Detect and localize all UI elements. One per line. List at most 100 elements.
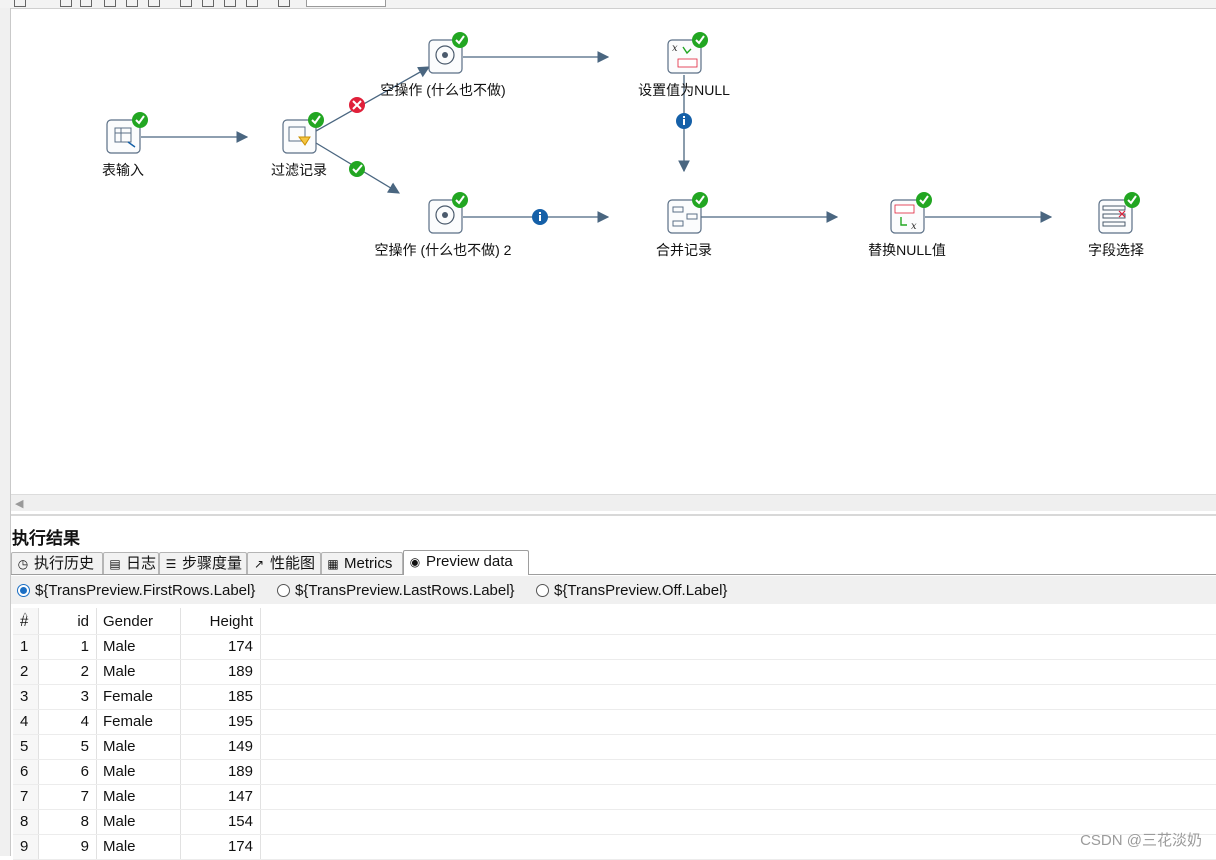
true-check-icon	[349, 161, 365, 177]
cell-height[interactable]: 189	[181, 660, 261, 684]
radio-label: ${TransPreview.Off.Label}	[554, 582, 728, 599]
column-header-row-number[interactable]: ^ #	[13, 608, 39, 634]
tab-label: 日志	[126, 555, 157, 572]
canvas-horizontal-scrollbar[interactable]: ◀	[11, 494, 1216, 511]
debug-icon[interactable]	[126, 0, 138, 7]
step-label-select-values[interactable]: 字段选择	[1088, 242, 1144, 258]
cell-gender[interactable]: Male	[97, 785, 181, 809]
step-label-dummy-2[interactable]: 空操作 (什么也不做) 2	[375, 242, 512, 258]
cell-row-number[interactable]: 2	[13, 660, 39, 684]
success-check-icon	[1124, 192, 1140, 208]
step-label-replace-null[interactable]: 替换NULL值	[868, 242, 946, 258]
cell-id[interactable]: 4	[39, 710, 97, 734]
step-label-filter-rows[interactable]: 过滤记录	[271, 162, 327, 178]
cell-id[interactable]: 1	[39, 635, 97, 659]
tab-step-metrics[interactable]: ☰ 步骤度量	[159, 552, 247, 574]
cell-row-number[interactable]: 1	[13, 635, 39, 659]
show-results-icon[interactable]	[278, 0, 290, 7]
tab-log[interactable]: ▤ 日志	[103, 552, 159, 574]
pause-icon[interactable]	[60, 0, 72, 7]
sql-icon[interactable]	[224, 0, 236, 7]
cell-height[interactable]: 147	[181, 785, 261, 809]
column-header-gender[interactable]: Gender	[97, 608, 181, 634]
tab-label: 执行历史	[34, 555, 95, 572]
radio-first-rows[interactable]: ${TransPreview.FirstRows.Label}	[17, 582, 255, 599]
cell-id[interactable]: 6	[39, 760, 97, 784]
step-label-table-input[interactable]: 表输入	[102, 162, 144, 178]
cell-id[interactable]: 2	[39, 660, 97, 684]
table-row[interactable]: 7 7 Male 147	[13, 785, 1216, 810]
tab-label: Metrics	[344, 555, 393, 572]
cell-height[interactable]: 154	[181, 810, 261, 834]
cell-id[interactable]: 8	[39, 810, 97, 834]
left-splitter[interactable]	[0, 8, 11, 856]
cell-row-number[interactable]: 7	[13, 785, 39, 809]
cell-row-number[interactable]: 9	[13, 835, 39, 859]
info-icon	[532, 209, 548, 225]
cell-row-number[interactable]: 8	[13, 810, 39, 834]
verify-icon[interactable]	[180, 0, 192, 7]
cell-gender[interactable]: Male	[97, 660, 181, 684]
cell-row-number[interactable]: 4	[13, 710, 39, 734]
table-row[interactable]: 5 5 Male 149	[13, 735, 1216, 760]
cell-id[interactable]: 7	[39, 785, 97, 809]
cell-height[interactable]: 189	[181, 760, 261, 784]
cell-gender[interactable]: Male	[97, 760, 181, 784]
radio-unselected-icon	[536, 584, 549, 597]
tab-metrics[interactable]: ▦ Metrics	[321, 552, 403, 574]
cell-height[interactable]: 174	[181, 835, 261, 859]
hop-filter-dummy1[interactable]	[315, 66, 431, 132]
panel-splitter[interactable]	[11, 514, 1216, 516]
success-check-icon	[132, 112, 148, 128]
cell-gender[interactable]: Male	[97, 810, 181, 834]
table-row[interactable]: 4 4 Female 195	[13, 710, 1216, 735]
radio-off[interactable]: ${TransPreview.Off.Label}	[536, 582, 727, 599]
explore-db-icon[interactable]	[246, 0, 258, 7]
step-label-merge-rows[interactable]: 合并记录	[656, 242, 712, 258]
cell-height[interactable]: 185	[181, 685, 261, 709]
run-icon[interactable]	[14, 0, 26, 7]
cell-height[interactable]: 149	[181, 735, 261, 759]
tab-performance-chart[interactable]: ↗ 性能图	[247, 552, 321, 574]
impact-icon[interactable]	[202, 0, 214, 7]
cell-gender[interactable]: Male	[97, 735, 181, 759]
results-panel-title: 执行结果	[12, 529, 80, 548]
column-header-id[interactable]: id	[39, 608, 97, 634]
cell-id[interactable]: 3	[39, 685, 97, 709]
cell-gender[interactable]: Male	[97, 835, 181, 859]
table-row[interactable]: 1 1 Male 174	[13, 635, 1216, 660]
cell-height[interactable]: 174	[181, 635, 261, 659]
table-row[interactable]: 2 2 Male 189	[13, 660, 1216, 685]
cell-height[interactable]: 195	[181, 710, 261, 734]
radio-last-rows[interactable]: ${TransPreview.LastRows.Label}	[277, 582, 515, 599]
transformation-canvas[interactable]: x x 表输入 过滤记录 空操作 (什么也不做) 空操作 (什么也不做) 2 设…	[11, 9, 1216, 493]
step-label-set-null[interactable]: 设置值为NULL	[638, 82, 730, 98]
cell-id[interactable]: 5	[39, 735, 97, 759]
tab-preview-data[interactable]: ◉ Preview data	[403, 550, 529, 575]
preview-icon[interactable]	[104, 0, 116, 7]
cell-row-number[interactable]: 5	[13, 735, 39, 759]
cell-row-number[interactable]: 6	[13, 760, 39, 784]
preview-data-table: ^ # id Gender Height 1 1 Male 174 2 2 Male 189 3 3…	[13, 608, 1216, 860]
table-row[interactable]: 3 3 Female 185	[13, 685, 1216, 710]
status-badges	[132, 32, 1140, 208]
cell-gender[interactable]: Male	[97, 635, 181, 659]
success-check-icon	[692, 192, 708, 208]
zoom-level-select[interactable]	[306, 0, 386, 7]
cell-gender[interactable]: Female	[97, 710, 181, 734]
cell-gender[interactable]: Female	[97, 685, 181, 709]
scroll-left-icon[interactable]: ◀	[15, 497, 23, 510]
performance-chart-icon: ↗	[253, 557, 265, 571]
step-label-dummy-1[interactable]: 空操作 (什么也不做)	[380, 82, 505, 98]
cell-row-number[interactable]: 3	[13, 685, 39, 709]
tab-execution-history[interactable]: ◷ 执行历史	[11, 552, 103, 574]
replay-icon[interactable]	[148, 0, 160, 7]
table-row[interactable]: 9 9 Male 174	[13, 835, 1216, 860]
column-header-height[interactable]: Height	[181, 608, 261, 634]
table-row[interactable]: 6 6 Male 189	[13, 760, 1216, 785]
step-metrics-icon: ☰	[165, 557, 177, 571]
stop-icon[interactable]	[80, 0, 92, 7]
table-row[interactable]: 8 8 Male 154	[13, 810, 1216, 835]
cell-id[interactable]: 9	[39, 835, 97, 859]
false-x-icon	[349, 97, 365, 113]
